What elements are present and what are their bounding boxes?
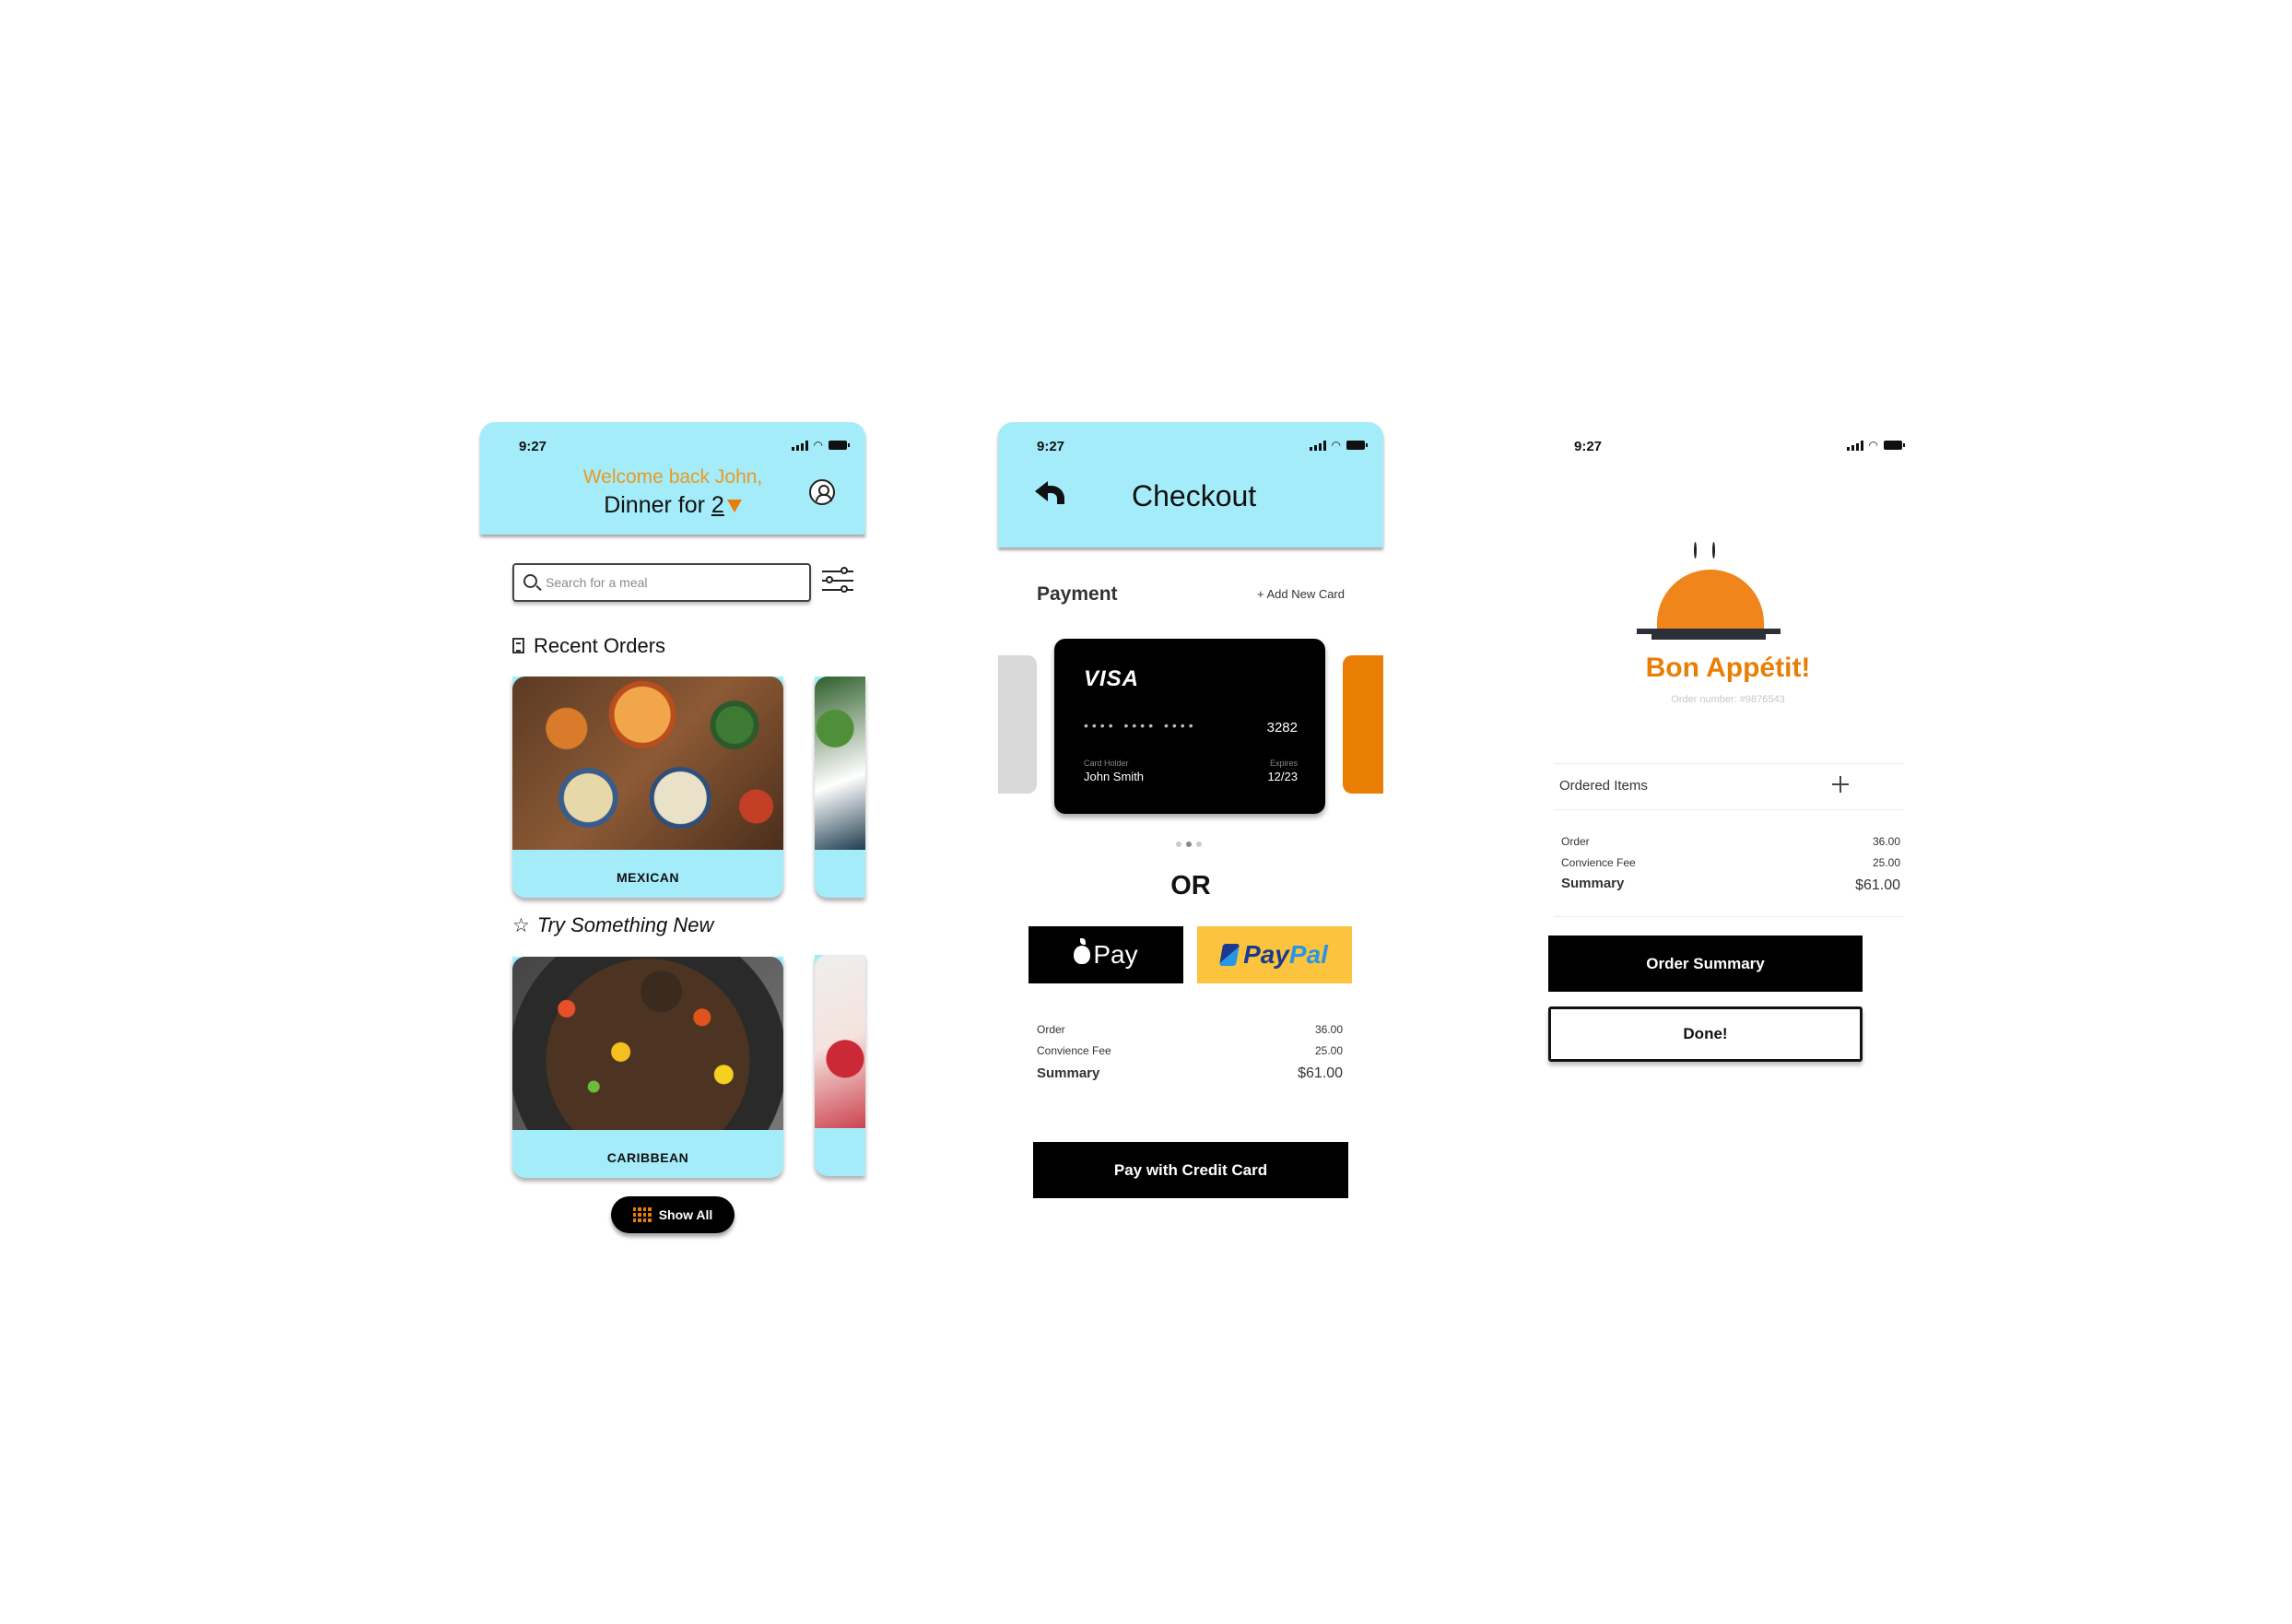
wifi-icon: ◠ (1868, 439, 1878, 452)
card-last4: 3282 (1266, 720, 1298, 736)
battery-icon (1884, 441, 1905, 450)
checkout-header: 9:27 ◠ Checkout (998, 422, 1383, 547)
home-screen: 9:27 ◠ Welcome back John, Dinner for 2 R… (480, 422, 865, 1270)
order-label: Order (1037, 1023, 1065, 1036)
battery-icon (1346, 441, 1368, 450)
visa-logo: VISA (1084, 666, 1140, 691)
page-title: Checkout (1132, 479, 1257, 512)
bon-appetit-heading: Bon Appétit! (1645, 653, 1811, 683)
food-card-label: CARIBBEAN (606, 1150, 689, 1165)
apple-pay-button[interactable]: Pay (1028, 926, 1183, 983)
credit-card[interactable]: VISA •••• •••• •••• 3282 Card Holder Joh… (1054, 639, 1325, 814)
home-header: 9:27 ◠ Welcome back John, Dinner for 2 (480, 422, 865, 535)
back-arrow-icon[interactable] (1035, 481, 1066, 504)
card-holder-name: John Smith (1084, 770, 1145, 783)
or-divider: OR (1170, 871, 1211, 900)
filter-icon[interactable] (822, 564, 853, 597)
apple-icon (1074, 938, 1091, 964)
try-new-title: Try Something New (536, 913, 714, 936)
summary-value: $61.00 (1855, 877, 1900, 893)
summary-label: Summary (1037, 1065, 1100, 1081)
plus-icon[interactable] (1830, 774, 1851, 794)
signal-icon (1846, 440, 1863, 451)
food-photo (512, 957, 783, 1130)
card-number-masked: •••• •••• •••• (1084, 718, 1197, 733)
fee-value: 25.00 (1872, 856, 1900, 869)
dinner-label: Dinner for (604, 492, 705, 518)
paypal-label-2: Pal (1288, 940, 1328, 969)
fee-label: Convience Fee (1561, 856, 1636, 869)
carousel-pager[interactable] (1176, 841, 1202, 847)
add-new-card-link[interactable]: + Add New Card (1257, 587, 1345, 601)
order-label: Order (1561, 835, 1590, 848)
try-new-heading: ☆ Try Something New (512, 913, 713, 937)
checkout-screen: 9:27 ◠ Checkout Payment + Add New Card V… (998, 422, 1383, 1270)
divider (1554, 763, 1904, 764)
divider (1554, 916, 1904, 917)
search-input[interactable] (546, 572, 794, 593)
apple-pay-label: Pay (1093, 940, 1138, 969)
show-all-button[interactable]: Show All (611, 1196, 735, 1233)
done-button[interactable]: Done! (1548, 1006, 1863, 1062)
cloche-icon (1637, 542, 1784, 647)
recent-orders-title: Recent Orders (534, 634, 666, 657)
signal-icon (791, 440, 808, 451)
card-carousel-prev[interactable] (998, 655, 1037, 794)
recent-orders-heading: Recent Orders (512, 634, 665, 658)
signal-icon (1309, 440, 1326, 451)
summary-label: Summary (1561, 876, 1625, 891)
food-card-caribbean[interactable]: CARIBBEAN (512, 957, 783, 1178)
status-time: 9:27 (1574, 439, 1603, 454)
wifi-icon: ◠ (813, 439, 823, 452)
food-photo (815, 955, 865, 1128)
battery-icon (829, 441, 850, 450)
food-card-label: MEXICAN (616, 870, 680, 885)
pay-with-credit-card-button[interactable]: Pay with Credit Card (1033, 1142, 1348, 1198)
card-expires-label: Expires (1269, 759, 1298, 768)
profile-icon[interactable] (809, 479, 835, 505)
dinner-count[interactable]: 2 (711, 492, 724, 518)
receipt-icon (512, 638, 524, 653)
dinner-for-selector[interactable]: Dinner for 2 (480, 492, 865, 519)
star-icon: ☆ (512, 915, 530, 936)
status-time: 9:27 (519, 439, 547, 454)
status-bar: 9:27 ◠ (480, 435, 865, 457)
food-card-peek[interactable] (815, 677, 865, 898)
search-field[interactable] (512, 563, 811, 602)
confirmation-screen: 9:27 ◠ Bon Appétit! Order number: #98765… (1535, 422, 1921, 1270)
status-time: 9:27 (1037, 439, 1065, 454)
food-photo (815, 677, 865, 850)
paypal-icon (1218, 944, 1240, 966)
order-summary-button[interactable]: Order Summary (1548, 936, 1863, 992)
paypal-label-1: Pay (1243, 940, 1289, 969)
card-carousel-next[interactable] (1343, 655, 1383, 794)
status-icons: ◠ (1309, 439, 1368, 452)
fee-label: Convience Fee (1037, 1044, 1111, 1057)
summary-value: $61.00 (1298, 1065, 1343, 1081)
order-value: 36.00 (1872, 835, 1900, 848)
grid-icon (632, 1207, 652, 1222)
chevron-down-icon[interactable] (726, 500, 742, 513)
food-card-mexican[interactable]: MEXICAN (512, 677, 783, 898)
ordered-items-label: Ordered Items (1559, 778, 1648, 794)
status-icons: ◠ (1846, 439, 1905, 452)
search-icon (523, 574, 537, 588)
food-photo (512, 677, 783, 850)
divider (1554, 809, 1904, 810)
food-card-peek[interactable] (815, 955, 865, 1176)
fee-value: 25.00 (1314, 1044, 1343, 1057)
status-icons: ◠ (791, 439, 850, 452)
wifi-icon: ◠ (1331, 439, 1341, 452)
order-number: Order number: #9876543 (1671, 694, 1785, 705)
card-holder-label: Card Holder (1084, 759, 1129, 768)
paypal-button[interactable]: Pay Pal (1197, 926, 1352, 983)
status-bar: 9:27 ◠ (998, 435, 1383, 457)
order-value: 36.00 (1314, 1023, 1343, 1036)
welcome-text: Welcome back John, (582, 466, 763, 488)
payment-heading: Payment (1037, 583, 1118, 605)
show-all-label: Show All (658, 1207, 713, 1222)
card-expires-value: 12/23 (1267, 770, 1298, 783)
status-bar: 9:27 ◠ (1535, 435, 1921, 457)
